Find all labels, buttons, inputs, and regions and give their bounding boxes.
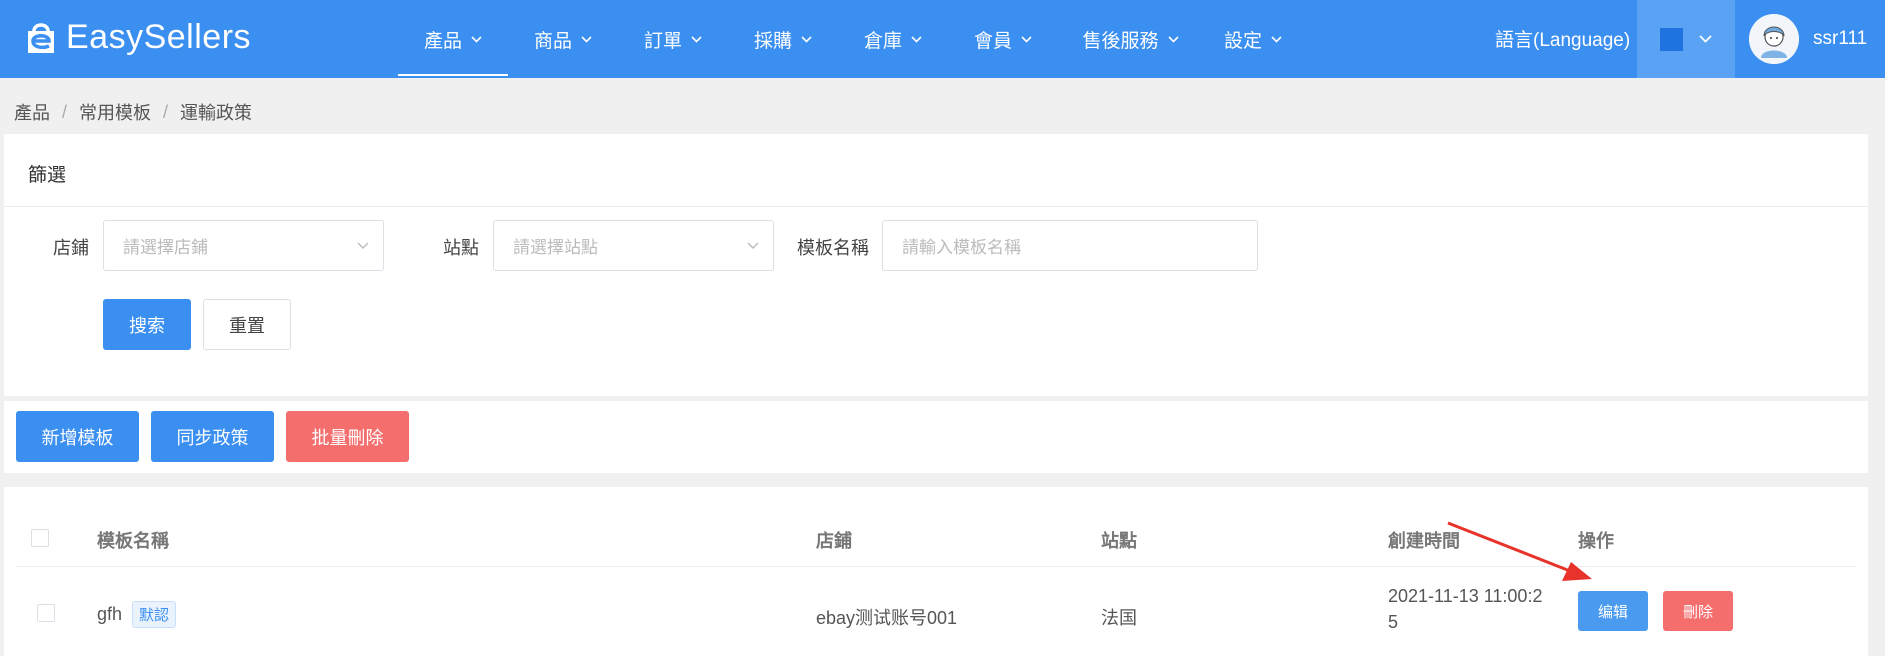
nav-item-members[interactable]: 會員 <box>948 0 1058 78</box>
template-name-cell: gfh 默認 <box>97 601 177 628</box>
username: ssr111 <box>1813 28 1868 49</box>
store-label: 店鋪 <box>53 238 89 258</box>
breadcrumb-item-current: 運輸政策 <box>180 103 253 123</box>
logo-text: EasySellers <box>66 18 252 56</box>
edit-button[interactable]: 编辑 <box>1578 591 1648 631</box>
add-template-button[interactable]: 新增模板 <box>16 411 139 462</box>
chevron-down-icon <box>801 35 812 43</box>
nav-label: 訂單 <box>643 30 682 52</box>
column-header-store: 店鋪 <box>816 531 852 551</box>
avatar-image <box>1749 14 1799 64</box>
chevron-down-icon <box>471 35 482 43</box>
template-table: 模板名稱 店鋪 站點 創建時間 操作 gfh 默認 ebay测试账号001 法国… <box>4 487 1868 656</box>
top-navigation-bar: EasySellers 產品 商品 訂單 採購 倉庫 會員 售後服務 設定 語言… <box>0 0 1885 78</box>
bag-logo-icon <box>28 22 54 53</box>
select-all-checkbox[interactable] <box>31 529 49 547</box>
theme-color-swatch <box>1660 27 1683 51</box>
store-cell: ebay测试账号001 <box>816 608 958 628</box>
breadcrumb-separator: / <box>163 101 169 122</box>
breadcrumb: 產品 / 常用模板 / 運輸政策 <box>14 99 252 125</box>
nav-label: 產品 <box>423 30 462 52</box>
table-header: 模板名稱 店鋪 站點 創建時間 操作 <box>16 509 1856 567</box>
search-button[interactable]: 搜索 <box>103 299 191 350</box>
nav-item-goods[interactable]: 商品 <box>508 0 618 78</box>
filter-title: 篩選 <box>28 165 67 186</box>
template-name-label: 模板名稱 <box>797 238 869 258</box>
nav-label: 設定 <box>1223 30 1262 52</box>
chevron-down-icon <box>911 35 922 43</box>
avatar <box>1749 14 1799 64</box>
site-label: 站點 <box>443 238 479 258</box>
divider <box>4 206 1868 207</box>
template-name-placeholder: 請輸入模板名稱 <box>902 238 1021 257</box>
breadcrumb-item[interactable]: 產品 <box>14 99 50 125</box>
site-select[interactable]: 請選擇站點 <box>493 220 774 271</box>
chevron-down-icon <box>691 35 702 43</box>
delete-button[interactable]: 刪除 <box>1663 591 1733 631</box>
user-menu[interactable]: ssr111 <box>1749 14 1867 64</box>
store-select-placeholder: 請選擇店鋪 <box>123 238 208 257</box>
nav-item-warehouse[interactable]: 倉庫 <box>838 0 948 78</box>
sync-policy-button[interactable]: 同步政策 <box>151 411 274 462</box>
chevron-down-icon <box>1021 35 1032 43</box>
bulk-delete-button[interactable]: 批量刪除 <box>286 411 409 462</box>
created-time-cell: 2021-11-13 11:00:2 5 <box>1388 583 1542 635</box>
nav-label: 採購 <box>753 30 792 52</box>
nav-item-orders[interactable]: 訂單 <box>618 0 728 78</box>
theme-color-dropdown[interactable] <box>1637 0 1735 78</box>
nav-label: 倉庫 <box>863 30 902 52</box>
chevron-down-icon <box>1271 35 1282 43</box>
template-name: gfh <box>97 604 123 624</box>
logo[interactable]: EasySellers <box>22 18 251 57</box>
nav-item-after-sales[interactable]: 售後服務 <box>1058 0 1203 78</box>
reset-button[interactable]: 重置 <box>203 299 291 350</box>
table-row: gfh 默認 ebay测试账号001 法国 2021-11-13 11:00:2… <box>16 567 1856 656</box>
main-nav: 產品 商品 訂單 採購 倉庫 會員 售後服務 設定 <box>398 0 1303 78</box>
chevron-down-icon <box>357 242 369 249</box>
chevron-down-icon <box>581 35 592 43</box>
default-tag: 默認 <box>132 601 177 628</box>
nav-label: 會員 <box>973 30 1012 52</box>
column-header-template-name: 模板名稱 <box>97 531 169 551</box>
column-header-created-time: 創建時間 <box>1388 531 1460 551</box>
breadcrumb-item[interactable]: 常用模板 <box>79 99 151 125</box>
column-header-site: 站點 <box>1101 531 1137 551</box>
site-select-placeholder: 請選擇站點 <box>513 238 598 257</box>
nav-label: 商品 <box>533 30 572 52</box>
nav-item-purchasing[interactable]: 採購 <box>728 0 838 78</box>
chevron-down-icon <box>1699 35 1712 43</box>
chevron-down-icon <box>1167 35 1179 43</box>
row-checkbox[interactable] <box>37 604 55 622</box>
chevron-down-icon <box>747 242 759 249</box>
breadcrumb-separator: / <box>62 101 68 122</box>
created-time-line: 2021-11-13 11:00:2 <box>1388 586 1543 606</box>
nav-label: 售後服務 <box>1082 30 1159 52</box>
template-name-input[interactable]: 請輸入模板名稱 <box>882 220 1258 271</box>
filter-panel: 篩選 店鋪 請選擇店鋪 站點 請選擇站點 模板名稱 請輸入模板名稱 搜索 重置 <box>4 134 1868 396</box>
column-header-actions: 操作 <box>1578 531 1614 551</box>
language-selector[interactable]: 語言(Language) <box>1495 0 1630 78</box>
nav-item-products[interactable]: 產品 <box>398 0 508 78</box>
store-select[interactable]: 請選擇店鋪 <box>103 220 384 271</box>
nav-item-settings[interactable]: 設定 <box>1203 0 1303 78</box>
created-time-line: 5 <box>1388 612 1399 632</box>
site-cell: 法国 <box>1101 608 1137 628</box>
action-toolbar: 新增模板 同步政策 批量刪除 <box>4 401 1868 473</box>
